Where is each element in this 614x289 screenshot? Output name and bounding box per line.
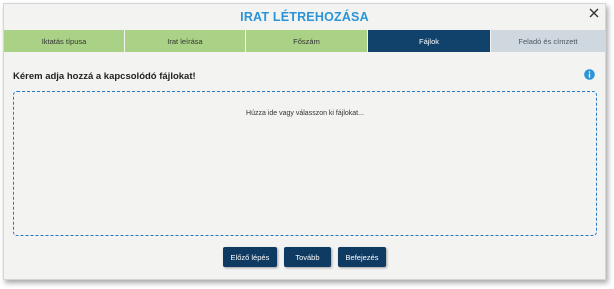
dropzone-hint: Húzza ide vagy válasszon ki fájlokat...: [246, 110, 364, 117]
wizard-steps: Iktatás típusa Irat leírása Főszám Fájlo…: [4, 30, 605, 52]
step-label: Fájlok: [418, 36, 439, 46]
step-label: Irat leírása: [167, 36, 203, 46]
files-heading: Kérem adja hozzá a kapcsolódó fájlokat!: [13, 71, 196, 82]
finish-button[interactable]: Befejezés: [337, 247, 387, 267]
info-icon[interactable]: [584, 69, 595, 80]
dialog-title: IRAT LÉTREHOZÁSA: [240, 10, 369, 24]
step-foszam[interactable]: Főszám: [245, 30, 367, 52]
next-button[interactable]: Tovább: [284, 247, 331, 267]
step-iktatas-tipusa[interactable]: Iktatás típusa: [4, 30, 124, 52]
step-irat-leirasa[interactable]: Irat leírása: [124, 30, 245, 52]
step-fajlok[interactable]: Fájlok: [367, 30, 490, 52]
create-document-dialog: IRAT LÉTREHOZÁSA Iktatás típusa Irat leí…: [3, 3, 606, 280]
close-icon[interactable]: [587, 6, 601, 20]
file-dropzone[interactable]: Húzza ide vagy válasszon ki fájlokat...: [13, 91, 597, 236]
step-label: Főszám: [293, 36, 320, 46]
wizard-buttons: Előző lépés Tovább Befejezés: [4, 247, 605, 267]
previous-step-button[interactable]: Előző lépés: [222, 247, 278, 267]
step-label: Iktatás típusa: [41, 36, 87, 46]
step-felado-es-cimzett[interactable]: Feladó és címzett: [490, 30, 605, 52]
step-label: Feladó és címzett: [518, 36, 578, 46]
